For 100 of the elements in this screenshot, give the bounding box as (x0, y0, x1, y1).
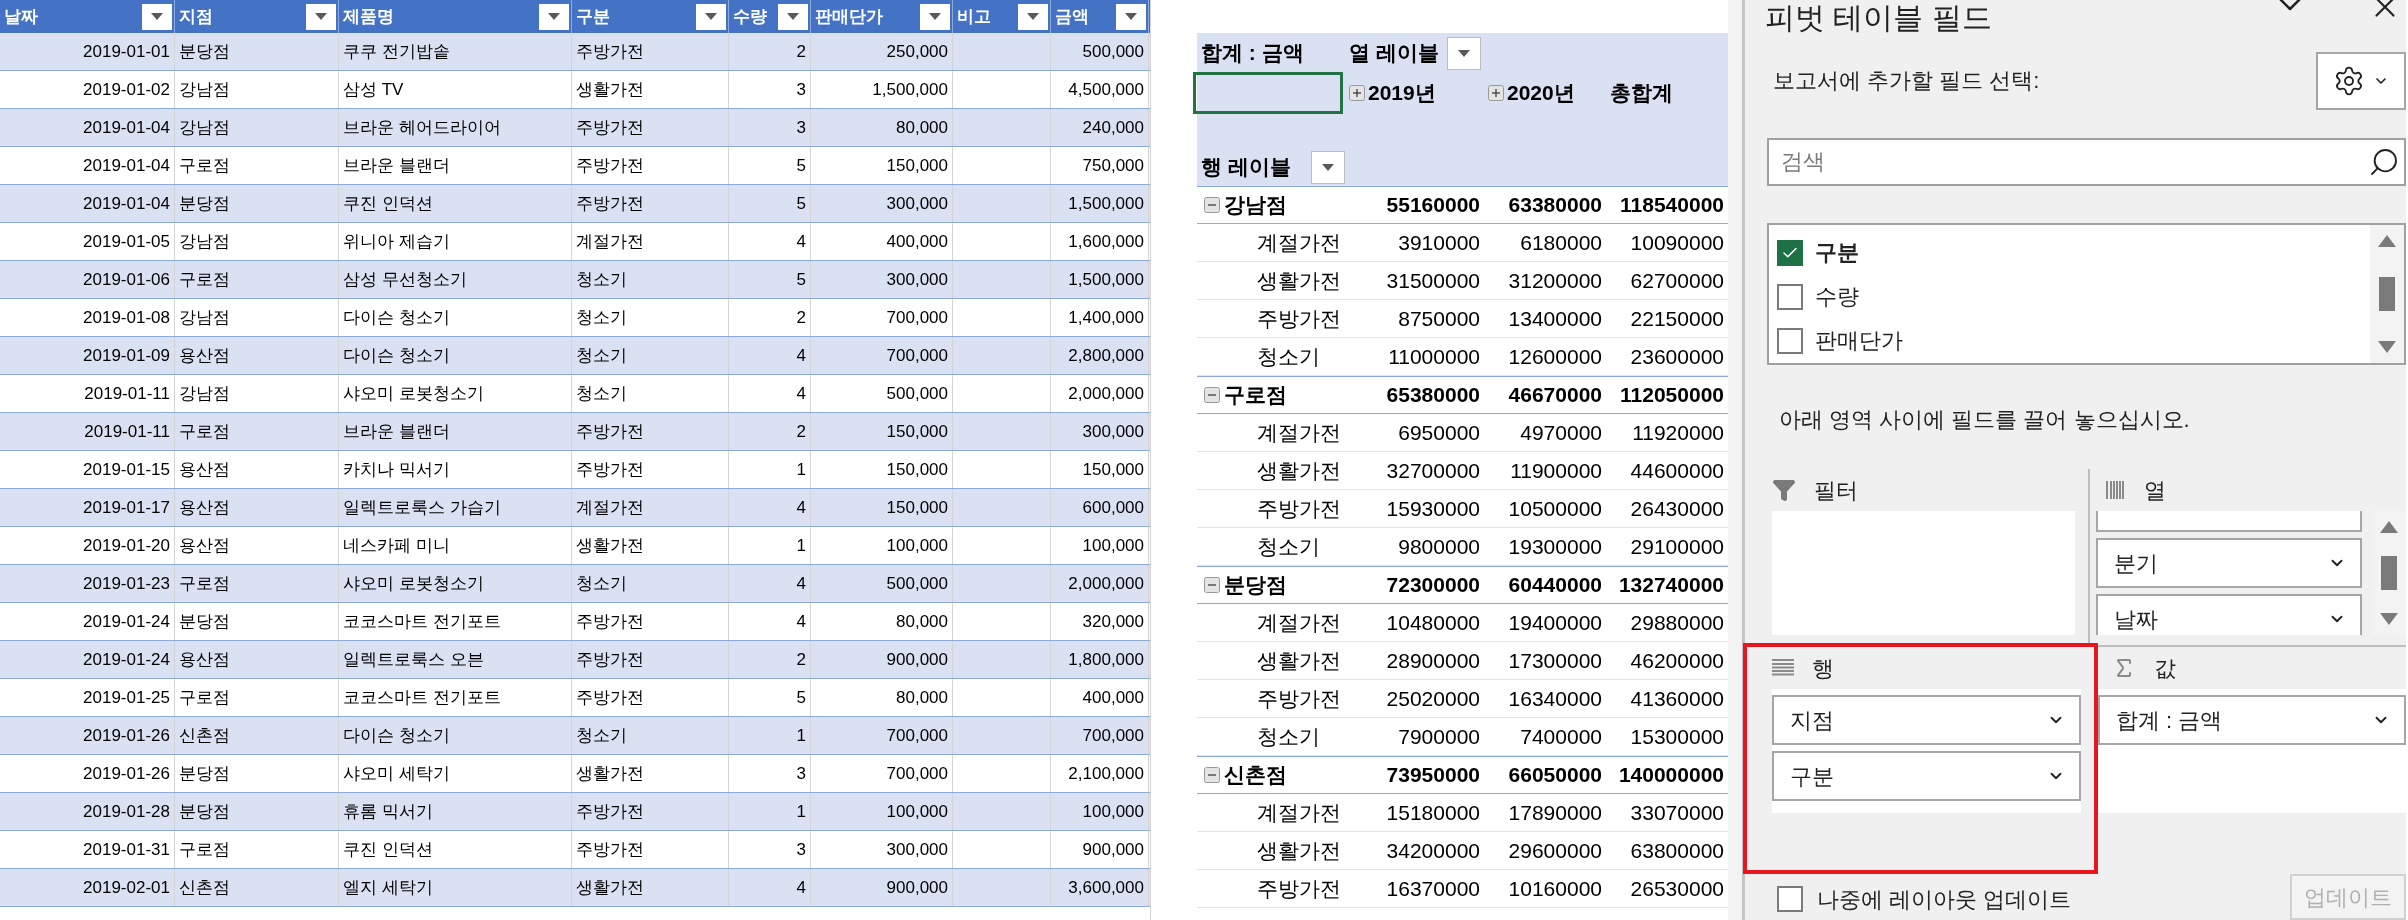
table-cell-text: 3,600,000 (1068, 876, 1144, 899)
table-cell-text: 용산점 (179, 534, 230, 557)
field-chip[interactable]: 지점 (1772, 695, 2081, 745)
table-cell-text: 삼성 TV (343, 78, 404, 101)
field-chip[interactable]: 구분 (1772, 751, 2081, 801)
row-item-label: 생활가전 (1257, 268, 1341, 292)
table-cell-text: 엘지 세탁기 (343, 876, 433, 899)
table-cell-text: 4 (796, 344, 806, 367)
value-cell-text: 11900000 (1510, 457, 1602, 484)
collapse-icon[interactable] (1204, 577, 1220, 593)
table-cell-text: 분당점 (179, 610, 230, 633)
checkbox[interactable] (1777, 239, 1803, 266)
value-cell-text: 15300000 (1630, 723, 1724, 750)
field-chip[interactable]: 날짜 (2096, 594, 2362, 635)
value-cell-text: 28900000 (1386, 647, 1480, 674)
value-cell-text: 26430000 (1630, 495, 1724, 522)
table-cell-text: 강남점 (179, 116, 230, 139)
row-group-label: 분당점 (1224, 572, 1287, 599)
scroll-down-icon[interactable] (2378, 341, 2396, 354)
collapse-icon[interactable] (1204, 387, 1220, 403)
table-cell-text: 주방가전 (576, 838, 644, 861)
table-cell-text: 청소기 (576, 306, 627, 329)
table-cell-text: 300,000 (886, 268, 948, 291)
table-cell-text: 쿠쿠 전기밥솥 (343, 40, 450, 63)
table-cell-text: 600,000 (1082, 496, 1144, 519)
table-cell-text: 5 (796, 268, 806, 291)
value-cell-text: 26530000 (1630, 875, 1724, 902)
table-cell-text: 강남점 (179, 78, 230, 101)
filter-dropdown-button[interactable] (1116, 3, 1146, 30)
table-cell-text: 신촌점 (179, 876, 230, 899)
row-filter-button[interactable] (1310, 150, 1345, 184)
table-cell-text: 주방가전 (576, 648, 644, 671)
column-header[interactable]: 수량 (729, 0, 811, 33)
table-cell-text: 5 (796, 192, 806, 215)
row-item-label: 주방가전 (1257, 496, 1341, 520)
value-cell-text: 33070000 (1630, 799, 1724, 826)
checkbox[interactable] (1777, 886, 1803, 912)
table-cell-text: 주방가전 (576, 154, 644, 177)
table-cell-text: 청소기 (576, 344, 627, 367)
scroll-down-icon[interactable] (2380, 613, 2398, 625)
table-cell-text: 3 (796, 78, 806, 101)
filter-dropdown-button[interactable] (778, 3, 808, 30)
filter-dropdown-button[interactable] (696, 3, 726, 30)
field-name[interactable]: 판매단가 (1815, 324, 1903, 358)
settings-button[interactable] (2316, 51, 2406, 110)
checkbox[interactable] (1777, 283, 1803, 310)
scroll-up-icon[interactable] (2380, 521, 2398, 533)
rows-icon (1772, 659, 1794, 677)
table-cell-text: 분당점 (179, 40, 230, 63)
collapse-icon[interactable] (1204, 197, 1220, 213)
column-filter-button[interactable] (1446, 36, 1481, 70)
checkbox-label: 나중에 레이아웃 업데이트 (1817, 885, 2072, 914)
table-cell-text: 3 (796, 762, 806, 785)
value-cell-text: 46200000 (1630, 647, 1724, 674)
expand-icon[interactable] (1488, 85, 1504, 101)
scroll-thumb[interactable] (2381, 556, 2397, 590)
value-cell-text: 6950000 (1398, 419, 1480, 446)
table-cell-text: 250,000 (886, 40, 948, 63)
filter-dropdown-button[interactable] (920, 3, 950, 30)
search-field[interactable]: 검색 (1767, 137, 2406, 186)
table-cell-text: 2019-01-20 (83, 534, 170, 557)
table-cell-text: 2019-01-04 (83, 116, 170, 139)
field-chip[interactable]: 분기 (2096, 538, 2362, 588)
table-cell-text: 4 (796, 496, 806, 519)
row-item-label: 청소기 (1257, 724, 1320, 748)
table-cell-text: 1 (796, 458, 806, 481)
filter-dropdown-button[interactable] (306, 3, 336, 30)
collapse-icon[interactable] (1204, 767, 1220, 783)
table-cell-text: 다이슨 청소기 (343, 344, 450, 367)
filter-dropdown-button[interactable] (1018, 3, 1048, 30)
table-cell-text: 1,500,000 (872, 78, 948, 101)
checkbox[interactable] (1777, 327, 1803, 354)
subtotal-value: 132740000 (1618, 572, 1724, 599)
filter-dropdown-button[interactable] (539, 3, 569, 30)
field-name[interactable]: 수량 (1815, 280, 1859, 314)
table-cell-text: 700,000 (1082, 724, 1144, 747)
table-cell-text: 주방가전 (576, 40, 644, 63)
value-cell-text: 11000000 (1388, 343, 1480, 370)
pane-title: 피벗 테이블 필드 (1765, 0, 1992, 36)
table-cell-text: 700,000 (886, 344, 948, 367)
filter-dropdown-button[interactable] (142, 3, 172, 30)
row-labels-header: 행 레이블 (1201, 154, 1291, 181)
table-cell-text: 주방가전 (576, 610, 644, 633)
expand-icon[interactable] (1349, 85, 1365, 101)
value-cell-text: 22150000 (1630, 305, 1724, 332)
scroll-thumb[interactable] (2379, 277, 2395, 311)
scroll-up-icon[interactable] (2378, 234, 2396, 247)
table-cell-text: 2019-01-17 (83, 496, 170, 519)
scrollbar[interactable] (2370, 224, 2404, 364)
dropdown-arrow-icon (705, 13, 717, 20)
row-item-label: 생활가전 (1257, 458, 1341, 482)
field-name[interactable]: 구분 (1815, 236, 1859, 270)
table-cell-text: 2019-01-08 (83, 306, 170, 329)
value-cell-text: 19300000 (1508, 533, 1602, 560)
table-cell-text: 100,000 (886, 800, 948, 823)
table-cell-text: 5 (796, 686, 806, 709)
table-cell-text: 브라운 헤어드라이어 (343, 116, 501, 139)
table-cell-text: 청소기 (576, 268, 627, 291)
value-cell-text: 32700000 (1386, 457, 1480, 484)
field-chip[interactable]: 합계 : 금액 (2098, 695, 2406, 745)
